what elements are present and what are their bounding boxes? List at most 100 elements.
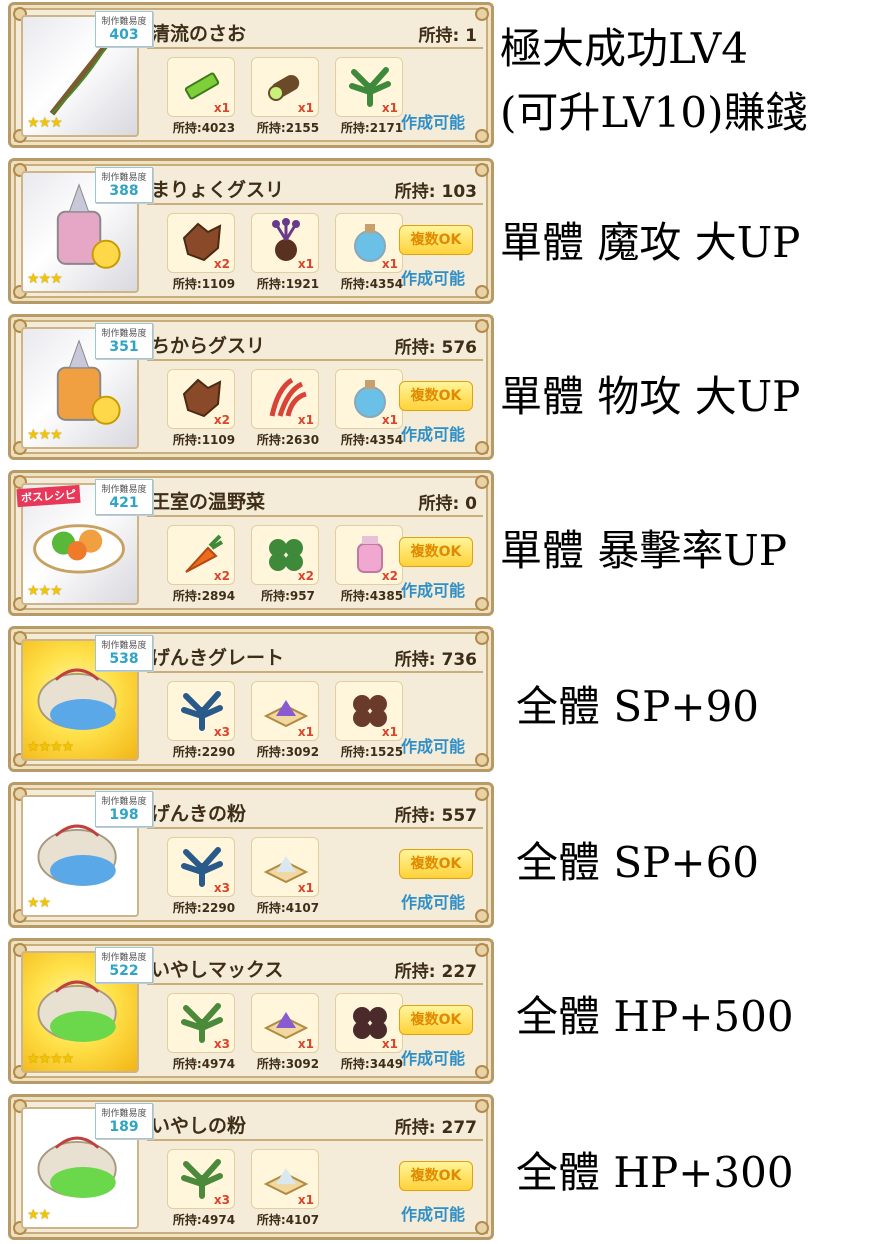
- material-slot[interactable]: x2 所持:1109: [161, 369, 241, 451]
- material-slot[interactable]: x2 所持:957: [245, 525, 325, 607]
- material-slot[interactable]: x1 所持:2630: [245, 369, 325, 451]
- recipe-card[interactable]: ★★★★ 制作難易度 522 いやしマックス 所持: 227 x3 所持:4974 x1 所持:…: [8, 938, 494, 1084]
- material-slot[interactable]: x1 所持:4023: [161, 57, 241, 139]
- material-slot[interactable]: x1 所持:2155: [245, 57, 325, 139]
- material-quantity: x3: [213, 1193, 230, 1207]
- material-quantity: x1: [381, 101, 398, 115]
- material-box: x1: [335, 681, 403, 741]
- multi-craft-ok-badge[interactable]: 複数OK: [399, 849, 473, 879]
- material-quantity: x2: [297, 569, 314, 583]
- title-bar: まりょくグスリ 所持: 103: [147, 171, 483, 205]
- material-slot[interactable]: x3 所持:4974: [161, 1149, 241, 1231]
- material-quantity: x2: [213, 257, 230, 271]
- material-box: x2: [335, 525, 403, 585]
- owned-count: 所持: 576: [394, 338, 477, 358]
- rarity-stars: ★★★: [27, 115, 63, 131]
- multi-craft-ok-badge[interactable]: 複数OK: [399, 381, 473, 411]
- recipe-card[interactable]: ★★ 制作難易度 198 げんきの粉 所持: 557 x3 所持:2290 x1 所持:4107…: [8, 782, 494, 928]
- material-box: x1: [251, 1149, 319, 1209]
- material-owned-count: 所持:2290: [172, 745, 236, 759]
- owned-count: 所持: 227: [394, 962, 477, 982]
- difficulty-label: 制作難易度: [101, 641, 147, 651]
- difficulty-value: 403: [109, 27, 139, 43]
- title-bar: いやしマックス 所持: 227: [147, 951, 483, 985]
- recipe-card[interactable]: ★★ 制作難易度 189 いやしの粉 所持: 277 x3 所持:4974 x1 所持:4107…: [8, 1094, 494, 1240]
- material-box: x1: [251, 681, 319, 741]
- material-slot[interactable]: x1 所持:1921: [245, 213, 325, 295]
- material-slot[interactable]: x1 所持:4354: [329, 213, 409, 295]
- material-slot[interactable]: x1 所持:3092: [245, 993, 325, 1075]
- craftable-label[interactable]: 作成可能: [401, 1045, 465, 1069]
- difficulty-label: 制作難易度: [101, 953, 147, 963]
- material-quantity: x1: [381, 413, 398, 427]
- material-slot[interactable]: x1 所持:3092: [245, 681, 325, 763]
- material-owned-count: 所持:2894: [172, 589, 236, 603]
- multi-craft-ok-badge[interactable]: 複数OK: [399, 537, 473, 567]
- craftable-label[interactable]: 作成可能: [401, 421, 465, 445]
- recipe-card[interactable]: ★★★ ボスレシピ 制作難易度 421 王室の温野菜 所持: 0 x2 所持:2894 x2 所持…: [8, 470, 494, 616]
- material-quantity: x2: [213, 413, 230, 427]
- craftable-label[interactable]: 作成可能: [401, 265, 465, 289]
- material-owned-count: 所持:4974: [172, 1213, 236, 1227]
- material-box: x2: [167, 369, 235, 429]
- title-bar: げんきグレート 所持: 736: [147, 639, 483, 673]
- rarity-stars: ★★★: [27, 271, 63, 287]
- rarity-stars: ★★★: [27, 583, 63, 599]
- material-slot[interactable]: x3 所持:2290: [161, 681, 241, 763]
- material-slot[interactable]: x2 所持:1109: [161, 213, 241, 295]
- difficulty-value: 198: [109, 807, 139, 823]
- material-slot[interactable]: x1 所持:4107: [245, 1149, 325, 1231]
- frame-corner-ornament: [475, 1065, 489, 1079]
- title-bar: いやしの粉 所持: 277: [147, 1107, 483, 1141]
- material-box: x2: [167, 525, 235, 585]
- owned-count: 所持: 557: [394, 806, 477, 826]
- owned-count: 所持: 0: [418, 494, 477, 514]
- multi-craft-ok-badge[interactable]: 複数OK: [399, 225, 473, 255]
- frame-corner-ornament: [475, 129, 489, 143]
- material-owned-count: 所持:1109: [172, 433, 236, 447]
- material-slot[interactable]: x2 所持:2894: [161, 525, 241, 607]
- material-owned-count: 所持:4974: [172, 1057, 236, 1071]
- annotation-note: 單體 魔攻 大UP: [500, 218, 801, 267]
- material-box: x3: [167, 1149, 235, 1209]
- material-owned-count: 所持:1921: [256, 277, 320, 291]
- material-slot[interactable]: x3 所持:2290: [161, 837, 241, 919]
- material-owned-count: 所持:4023: [172, 121, 236, 135]
- material-box: x2: [167, 213, 235, 273]
- material-slot[interactable]: x2 所持:4385: [329, 525, 409, 607]
- frame-corner-ornament: [475, 1221, 489, 1235]
- difficulty-label: 制作難易度: [101, 797, 147, 807]
- material-slot[interactable]: x1 所持:4354: [329, 369, 409, 451]
- material-owned-count: 所持:4107: [256, 901, 320, 915]
- title-bar: ちからグスリ 所持: 576: [147, 327, 483, 361]
- material-box: x1: [251, 213, 319, 273]
- item-name: げんきの粉: [151, 803, 247, 825]
- recipe-card[interactable]: ★★★ 制作難易度 403 清流のさお 所持: 1 x1 所持:4023 x1 所持:2155 x…: [8, 2, 494, 148]
- difficulty-value: 388: [109, 183, 139, 199]
- craftable-label[interactable]: 作成可能: [401, 109, 465, 133]
- difficulty-tag: 制作難易度 522: [95, 947, 153, 983]
- multi-craft-ok-badge[interactable]: 複数OK: [399, 1161, 473, 1191]
- multi-craft-ok-badge[interactable]: 複数OK: [399, 1005, 473, 1035]
- recipe-card[interactable]: ★★★ 制作難易度 351 ちからグスリ 所持: 576 x2 所持:1109 x1 所持:26…: [8, 314, 494, 460]
- craftable-label[interactable]: 作成可能: [401, 1201, 465, 1225]
- annotation-note: 單體 物攻 大UP: [500, 372, 801, 421]
- material-slot[interactable]: x1 所持:4107: [245, 837, 325, 919]
- material-slot[interactable]: x1 所持:2171: [329, 57, 409, 139]
- craftable-label[interactable]: 作成可能: [401, 577, 465, 601]
- material-quantity: x3: [213, 725, 230, 739]
- material-slot[interactable]: x1 所持:3449: [329, 993, 409, 1075]
- item-name: 清流のさお: [151, 23, 247, 45]
- material-box: x1: [251, 837, 319, 897]
- recipe-card[interactable]: ★★★ 制作難易度 388 まりょくグスリ 所持: 103 x2 所持:1109 x1 所持:1…: [8, 158, 494, 304]
- difficulty-tag: 制作難易度 538: [95, 635, 153, 671]
- material-slot[interactable]: x1 所持:1525: [329, 681, 409, 763]
- craftable-label[interactable]: 作成可能: [401, 889, 465, 913]
- frame-corner-ornament: [475, 441, 489, 455]
- recipe-card[interactable]: ★★★★ 制作難易度 538 げんきグレート 所持: 736 x3 所持:2290 x1 所持:…: [8, 626, 494, 772]
- material-slot[interactable]: x3 所持:4974: [161, 993, 241, 1075]
- material-box: x1: [335, 369, 403, 429]
- material-box: x2: [251, 525, 319, 585]
- craftable-label[interactable]: 作成可能: [401, 733, 465, 757]
- difficulty-tag: 制作難易度 198: [95, 791, 153, 827]
